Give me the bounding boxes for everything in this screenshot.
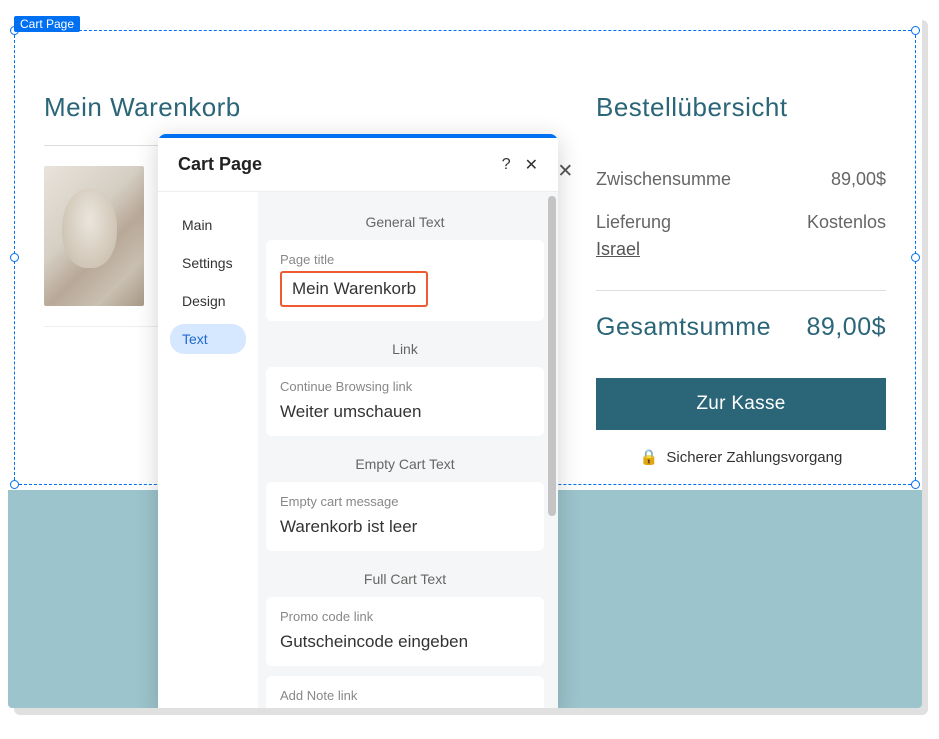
resize-handle-ml[interactable] — [10, 253, 19, 262]
order-summary-title: Bestellübersicht — [596, 92, 886, 123]
field-label: Continue Browsing link — [280, 379, 530, 394]
shipping-label: Lieferung — [596, 212, 671, 233]
section-empty-cart: Empty Cart Text — [266, 446, 544, 482]
close-icon[interactable]: ✕ — [525, 155, 538, 175]
section-full-cart: Full Cart Text — [266, 561, 544, 597]
resize-handle-br[interactable] — [911, 480, 920, 489]
tab-design[interactable]: Design — [170, 286, 246, 316]
panel-form-area[interactable]: General Text Page title Mein Warenkorb L… — [258, 192, 558, 708]
section-link: Link — [266, 331, 544, 367]
section-general-text: General Text — [266, 204, 544, 240]
field-add-note[interactable]: Add Note link — [266, 676, 544, 708]
field-value[interactable]: Mein Warenkorb — [292, 279, 416, 298]
field-promo-code[interactable]: Promo code link Gutscheincode eingeben — [266, 597, 544, 666]
shipping-country-link[interactable]: Israel — [596, 239, 640, 260]
panel-tabs: Main Settings Design Text — [158, 192, 258, 708]
resize-handle-mr[interactable] — [911, 253, 920, 262]
total-label: Gesamtsumme — [596, 313, 771, 342]
tab-settings[interactable]: Settings — [170, 248, 246, 278]
field-label: Promo code link — [280, 609, 530, 624]
subtotal-label: Zwischensumme — [596, 169, 731, 190]
selection-tag[interactable]: Cart Page — [14, 16, 80, 32]
secure-payment-text: Sicherer Zahlungsvorgang — [666, 449, 842, 466]
tab-main[interactable]: Main — [170, 210, 246, 240]
order-summary: Bestellübersicht Zwischensumme 89,00$ Li… — [596, 92, 886, 466]
resize-handle-tr[interactable] — [911, 26, 920, 35]
field-value[interactable]: Warenkorb ist leer — [280, 517, 530, 537]
panel-title: Cart Page — [178, 154, 262, 175]
resize-handle-bl[interactable] — [10, 480, 19, 489]
total-value: 89,00$ — [807, 313, 886, 342]
checkout-button[interactable]: Zur Kasse — [596, 378, 886, 430]
field-value[interactable]: Weiter umschauen — [280, 402, 530, 422]
field-label: Empty cart message — [280, 494, 530, 509]
field-page-title[interactable]: Page title Mein Warenkorb — [266, 240, 544, 321]
editor-canvas: Cart Page 0$ ✕ Mein Warenkorb Bestellübe… — [8, 16, 922, 708]
divider — [596, 290, 886, 291]
cart-title: Mein Warenkorb — [44, 92, 546, 123]
field-continue-browsing[interactable]: Continue Browsing link Weiter umschauen — [266, 367, 544, 436]
help-icon[interactable]: ? — [502, 156, 511, 174]
tab-text[interactable]: Text — [170, 324, 246, 354]
lock-icon: 🔒 — [640, 448, 659, 466]
product-image[interactable] — [44, 166, 144, 306]
settings-panel: Cart Page ? ✕ Main Settings Design Text … — [158, 134, 558, 708]
subtotal-value: 89,00$ — [831, 169, 886, 190]
field-label: Page title — [280, 252, 530, 267]
field-empty-cart-message[interactable]: Empty cart message Warenkorb ist leer — [266, 482, 544, 551]
field-label: Add Note link — [280, 688, 530, 703]
scrollbar-thumb[interactable] — [548, 196, 556, 516]
field-value[interactable]: Gutscheincode eingeben — [280, 632, 530, 652]
shipping-value: Kostenlos — [807, 212, 886, 233]
